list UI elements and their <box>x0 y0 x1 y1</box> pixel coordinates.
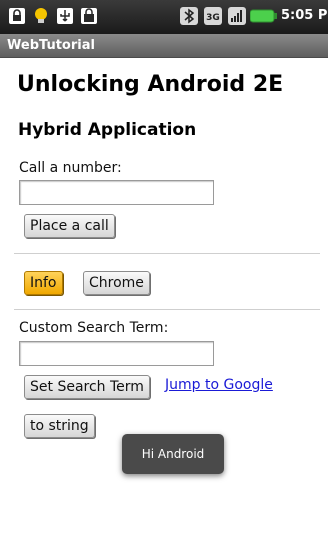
page-heading: Unlocking Android 2E <box>17 72 284 97</box>
info-button[interactable]: Info <box>24 271 63 295</box>
jump-to-google-link[interactable]: Jump to Google <box>165 377 273 393</box>
phone-number-input[interactable] <box>19 180 214 205</box>
status-bar: 3G 5:05 PM <box>0 0 328 34</box>
3g-icon: 3G <box>204 7 222 25</box>
3g-badge-text: 3G <box>206 13 220 23</box>
battery-icon <box>250 9 277 23</box>
bulb-icon <box>35 8 47 23</box>
usb-icon <box>57 8 73 24</box>
place-call-button[interactable]: Place a call <box>24 214 115 238</box>
call-number-label: Call a number: <box>19 160 122 176</box>
app-title: WebTutorial <box>7 38 95 53</box>
page-subheading: Hybrid Application <box>18 120 197 140</box>
divider <box>14 309 320 310</box>
toast-message: Hi Android <box>122 434 224 474</box>
chrome-button[interactable]: Chrome <box>83 271 150 295</box>
status-time: 5:05 PM <box>281 8 328 23</box>
shopping-bag-icon <box>81 8 97 24</box>
lock-icon <box>9 8 25 24</box>
search-term-input[interactable] <box>19 341 214 366</box>
divider <box>14 253 320 254</box>
to-string-button[interactable]: to string <box>24 414 95 438</box>
app-title-bar: WebTutorial <box>0 34 328 58</box>
bluetooth-icon <box>180 7 198 25</box>
signal-icon <box>228 7 246 25</box>
search-term-label: Custom Search Term: <box>19 320 169 336</box>
set-search-term-button[interactable]: Set Search Term <box>24 375 150 399</box>
